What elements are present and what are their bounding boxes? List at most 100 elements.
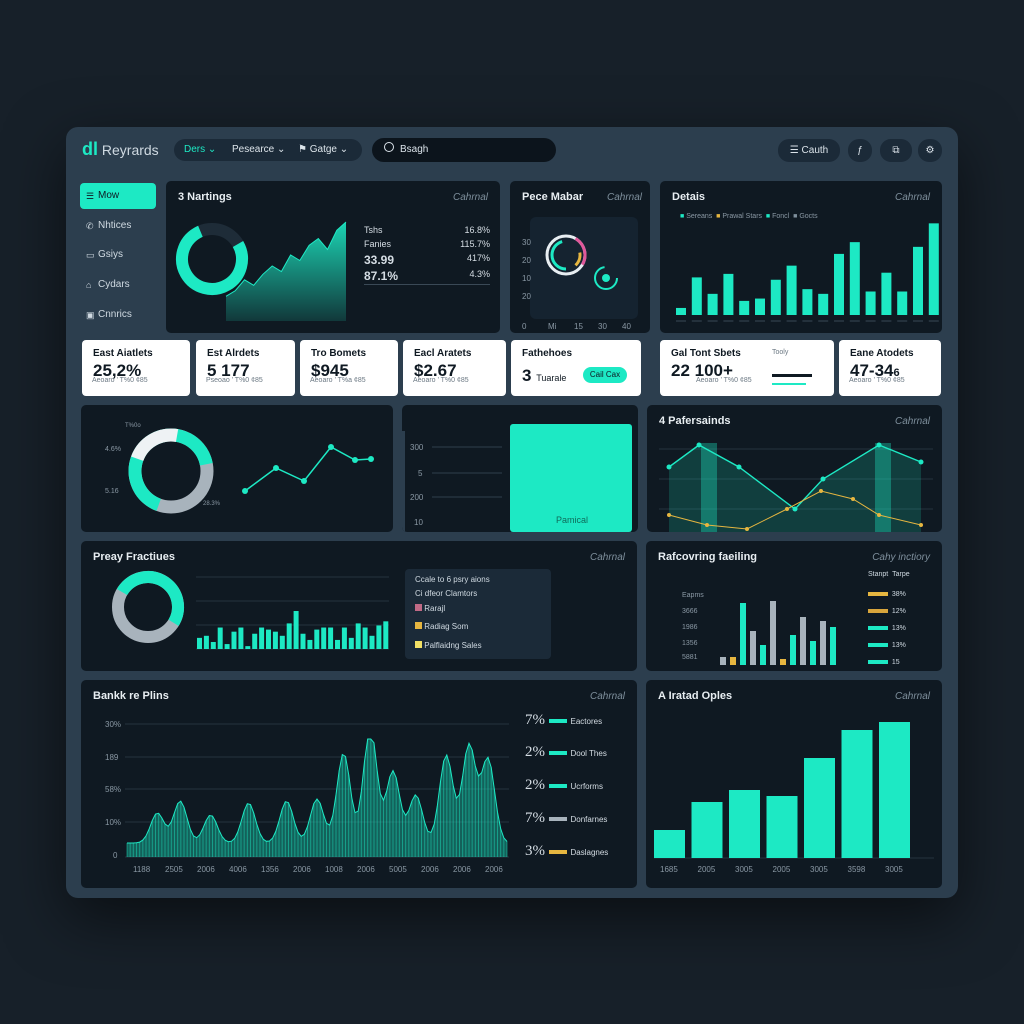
export-button[interactable]: ⧉ [880,139,912,162]
search-input[interactable]: Bsagh [400,138,428,162]
bar[interactable] [928,223,939,315]
bar[interactable] [879,722,910,858]
bar[interactable] [210,642,216,649]
nav-item-ders[interactable]: Ders ⌄ [184,139,216,161]
bar[interactable] [252,633,258,649]
data-point[interactable] [792,506,798,512]
bar[interactable] [245,646,251,649]
bar[interactable] [217,627,223,649]
kpi-card[interactable]: Gal Tont Sbets 22 100+ Aeoaro ’ T%0 ¢85 … [660,340,834,396]
bar[interactable] [654,830,685,858]
bar[interactable] [766,796,798,858]
bar[interactable] [272,631,278,649]
data-point[interactable] [328,444,334,450]
bar[interactable] [300,633,306,649]
sidebar-item-notices[interactable]: ✆ Nhtices [80,213,156,239]
nav-item-pesearce[interactable]: Pesearce ⌄ [232,139,285,161]
bar[interactable] [740,603,746,665]
legend-row[interactable]: 2% Ucrforms [525,777,603,794]
data-point[interactable] [301,478,307,484]
sidebar-item-mow[interactable]: ☰ Mow [80,183,156,209]
kpi-card[interactable]: Tro Bomets $945 Aeoaro ’ T%a ¢85 [300,340,398,396]
sidebar-item-cydars[interactable]: ⌂ Cydars [80,272,156,298]
bar[interactable] [818,293,829,315]
bar[interactable] [750,631,756,665]
bar[interactable] [802,289,813,315]
bar[interactable] [376,625,382,649]
bar[interactable] [293,611,299,649]
data-point[interactable] [745,527,749,531]
bar[interactable] [341,627,347,649]
legend-item[interactable]: Radiag Som [415,622,468,631]
bar[interactable] [383,621,389,649]
sidebar-item-cnnrics[interactable]: ▣ Cnnrics [80,302,156,328]
bar[interactable] [755,298,765,315]
bar[interactable] [231,631,237,649]
legend-item[interactable]: Rarajl [415,604,445,613]
data-point[interactable] [876,442,882,448]
bar[interactable] [723,273,734,315]
bar[interactable] [369,635,375,649]
data-point[interactable] [877,513,881,517]
data-point[interactable] [666,464,672,470]
bar[interactable] [834,253,844,315]
kpi-card[interactable]: Fathehoes 3 Tuarale Cail Cax [511,340,641,396]
share-button[interactable]: ƒ [848,139,872,162]
bar[interactable] [203,635,209,649]
kpi-card[interactable]: Eacl Aratets $2.67 Aeoaro ’ T%0 ¢85 [403,340,506,396]
bar[interactable] [897,291,908,316]
bar[interactable] [362,627,368,649]
data-point[interactable] [736,464,742,470]
bar[interactable] [224,644,230,649]
kpi-card[interactable]: Est Alrdets 5 177 Pseoao ’ T%0 ¢85 [196,340,295,396]
data-point[interactable] [919,523,923,527]
bar[interactable] [197,637,202,649]
bar[interactable] [780,659,786,665]
bar[interactable] [913,246,923,315]
bar[interactable] [328,627,334,649]
data-point[interactable] [352,457,358,463]
bar[interactable] [348,637,354,649]
bar[interactable] [790,635,796,665]
calendar-button[interactable]: ☰ Cauth [778,139,840,162]
bar[interactable] [691,277,702,315]
bar[interactable] [707,293,718,315]
bar[interactable] [314,629,320,649]
bar[interactable] [881,272,892,315]
bar[interactable] [730,657,736,665]
data-point[interactable] [819,489,823,493]
data-point[interactable] [368,456,374,462]
legend-row[interactable]: 3% Daslagnes [525,843,608,860]
bar[interactable] [286,623,292,649]
call-button[interactable]: Cail Cax [583,367,627,383]
bar[interactable] [307,639,313,649]
app-logo[interactable]: dl Reyrards [82,139,159,163]
bar[interactable] [739,300,750,315]
bar[interactable] [810,641,816,665]
legend-row[interactable]: 7% Eactores [525,712,602,729]
bar[interactable] [259,627,265,649]
bar[interactable] [321,627,327,649]
bar[interactable] [830,627,836,665]
bar[interactable] [355,623,361,649]
data-point[interactable] [918,459,924,465]
legend-item[interactable]: Palflaidng Sales [415,641,482,650]
sidebar-item-gsiys[interactable]: ▭ Gsiys [80,242,156,268]
data-point[interactable] [667,513,671,517]
bar[interactable] [676,307,686,315]
bar[interactable] [841,730,873,858]
bar[interactable] [800,617,806,665]
bar[interactable] [820,621,826,665]
bar[interactable] [770,601,776,665]
legend-row[interactable]: 2% Dool Thes [525,744,607,761]
data-point[interactable] [273,465,279,471]
bar[interactable] [238,627,244,649]
search-bar[interactable]: Bsagh [372,138,556,162]
bar[interactable] [720,657,726,665]
bar[interactable] [691,802,723,858]
bar[interactable] [849,242,860,315]
bar[interactable] [760,645,766,665]
bar[interactable] [335,639,340,649]
data-point[interactable] [785,507,789,511]
bar[interactable] [279,635,285,649]
